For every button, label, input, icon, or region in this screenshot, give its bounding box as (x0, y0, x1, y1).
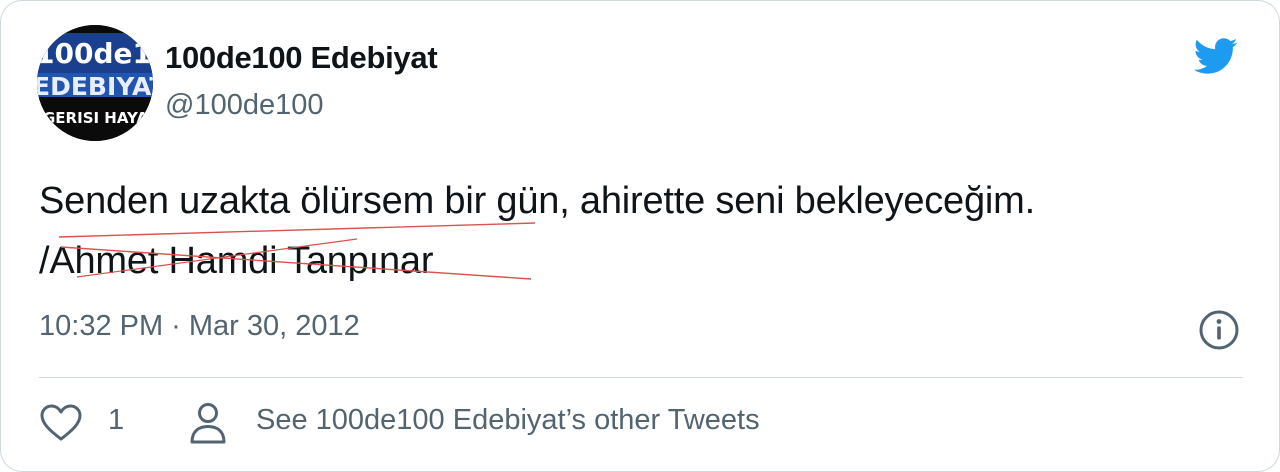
avatar-line-3: GERISI HAYAT (43, 109, 153, 127)
avatar[interactable]: 100de100 EDEBIYAT GERISI HAYAT (37, 25, 153, 141)
person-icon[interactable] (189, 401, 227, 445)
tweet-card: 100de100 EDEBIYAT GERISI HAYAT 100de100 … (0, 0, 1280, 472)
tweet-text-line-1: Senden uzakta ölürsem bir gün, ahirette … (39, 180, 1035, 222)
avatar-line-2: EDEBIYAT (37, 72, 153, 101)
display-name[interactable]: 100de100 Edebiyat (165, 40, 438, 76)
tweet-timestamp[interactable]: 10:32 PM · Mar 30, 2012 (39, 310, 360, 343)
like-count[interactable]: 1 (108, 404, 124, 437)
divider (39, 377, 1243, 378)
see-other-tweets-link[interactable]: See 100de100 Edebiyat’s other Tweets (256, 404, 760, 437)
tweet-text: Senden uzakta ölürsem bir gün, ahirette … (39, 171, 1239, 291)
avatar-line-1: 100de100 (37, 37, 153, 70)
handle[interactable]: @100de100 (165, 89, 323, 122)
tweet-text-line-2: /Ahmet Hamdi Tanpınar (39, 240, 434, 282)
info-icon[interactable] (1198, 309, 1240, 351)
twitter-bird-icon[interactable] (1187, 33, 1243, 79)
avatar-image: 100de100 EDEBIYAT GERISI HAYAT (37, 25, 153, 141)
heart-icon[interactable] (39, 403, 83, 443)
